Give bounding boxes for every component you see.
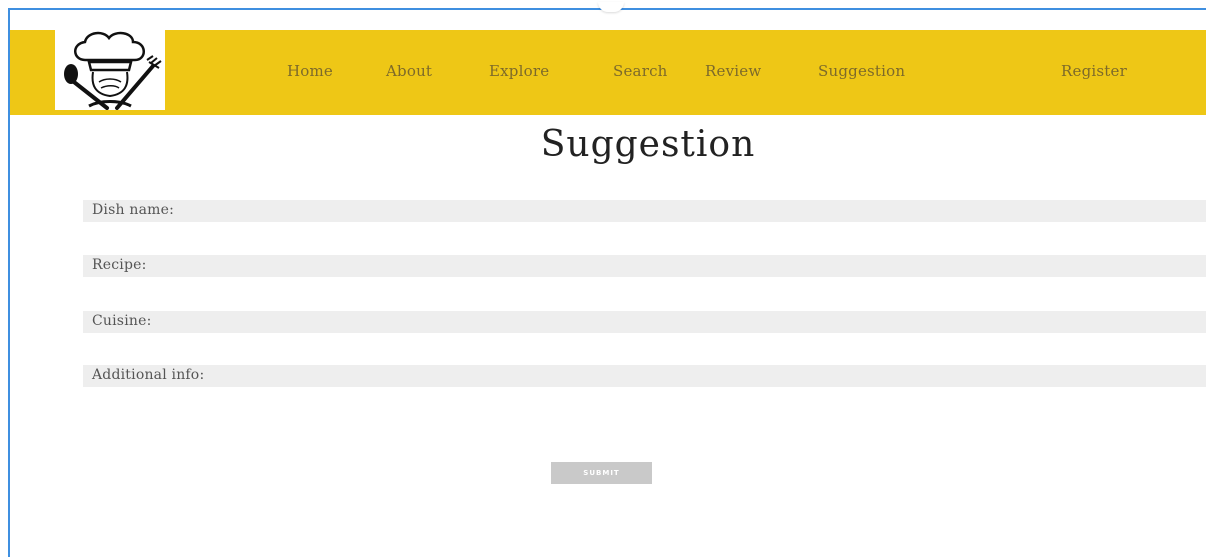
submit-button[interactable]: SUBMIT <box>551 462 652 484</box>
dish-name-label: Dish name: <box>92 202 174 218</box>
additional-info-row: Additional info: <box>83 365 1206 388</box>
nav-suggestion[interactable]: Suggestion <box>818 62 905 80</box>
recipe-input[interactable] <box>263 256 1197 278</box>
dish-name-row: Dish name: <box>83 200 1206 223</box>
chef-hat-icon <box>64 31 162 110</box>
chef-logo[interactable] <box>55 30 165 110</box>
nav-explore[interactable]: Explore <box>489 62 549 80</box>
nav-about[interactable]: About <box>386 62 432 80</box>
nav-search[interactable]: Search <box>613 62 668 80</box>
nav-home[interactable]: Home <box>287 62 333 80</box>
nav-register[interactable]: Register <box>1061 62 1127 80</box>
navbar: Home About Explore Search Review Suggest… <box>10 30 1206 115</box>
recipe-row: Recipe: <box>83 255 1206 278</box>
nav-review[interactable]: Review <box>705 62 761 80</box>
cuisine-input[interactable] <box>263 312 1197 334</box>
cuisine-row: Cuisine: <box>83 311 1206 334</box>
recipe-label: Recipe: <box>92 257 147 273</box>
cuisine-label: Cuisine: <box>92 313 152 329</box>
additional-info-input[interactable] <box>263 366 1197 388</box>
additional-info-label: Additional info: <box>92 367 205 383</box>
dish-name-input[interactable] <box>263 201 1197 223</box>
page-title: Suggestion <box>540 124 756 165</box>
